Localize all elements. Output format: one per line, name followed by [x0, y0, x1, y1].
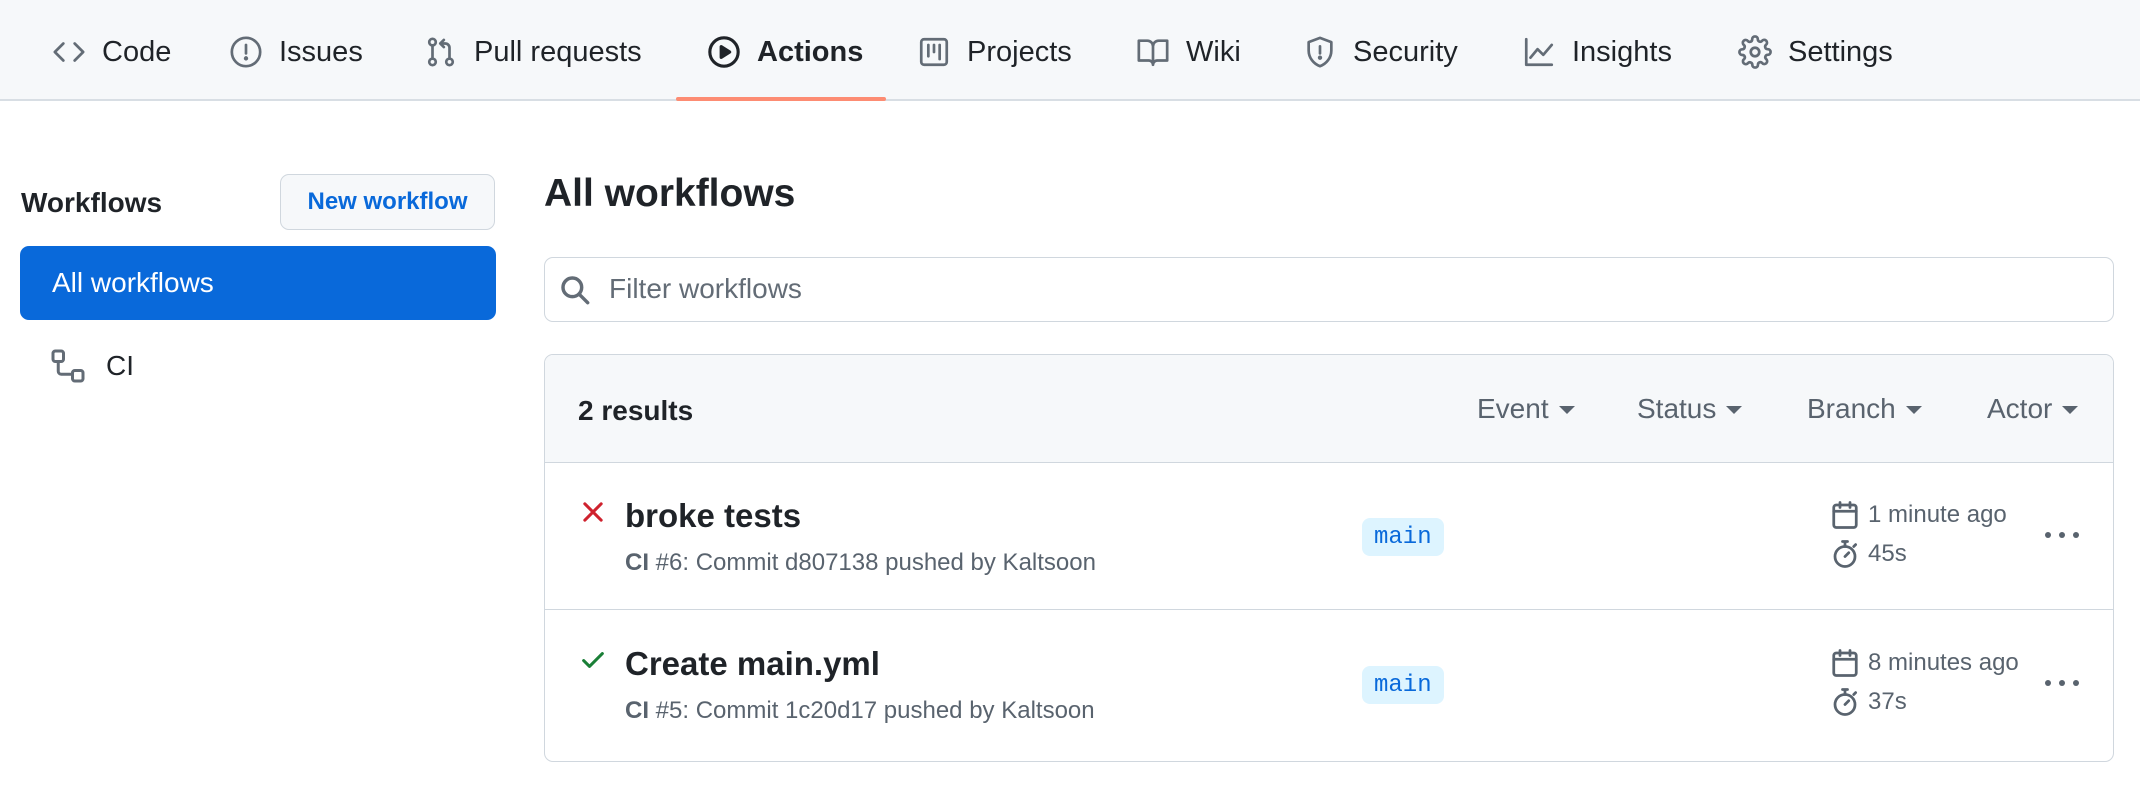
tab-label: Security [1353, 35, 1458, 68]
actor-filter-dropdown[interactable]: Actor [1987, 393, 2079, 425]
run-time-ago: 1 minute ago [1830, 500, 2007, 530]
tab-issues[interactable]: Issues [229, 30, 363, 74]
play-icon [708, 36, 740, 68]
workflow-run-row: broke tests CI #6: Commit d807138 pushed… [545, 463, 2113, 611]
tab-label: Projects [967, 35, 1072, 68]
tab-code[interactable]: Code [52, 30, 171, 74]
tab-label: Settings [1788, 35, 1893, 68]
x-failure-icon [583, 502, 603, 522]
tab-label: Insights [1572, 35, 1672, 68]
run-meta: CI #6: Commit d807138 pushed by Kaltsoon [625, 549, 1096, 577]
calendar-icon [1832, 501, 1858, 529]
run-options-button[interactable] [2040, 671, 2084, 695]
workflow-runs-list: 2 results Event Status Branch Actor brok… [544, 354, 2114, 762]
caret-down-icon [1558, 406, 1575, 414]
time-ago-text: 1 minute ago [1868, 501, 2007, 528]
caret-down-icon [1905, 406, 1922, 414]
run-commit-info: #6: Commit d807138 pushed by Kaltsoon [649, 549, 1096, 576]
book-icon [1137, 39, 1169, 67]
tab-actions[interactable]: Actions [707, 30, 863, 74]
new-workflow-button[interactable]: New workflow [280, 174, 495, 230]
kebab-horizontal-icon [2045, 680, 2079, 686]
stopwatch-icon [1833, 540, 1857, 568]
tab-settings[interactable]: Settings [1738, 30, 1893, 74]
sidebar-item-all-workflows[interactable]: All workflows [20, 246, 496, 320]
filter-label: Actor [1987, 393, 2053, 424]
sidebar-item-ci[interactable]: CI [50, 346, 134, 386]
filter-workflows-search [544, 257, 2114, 322]
run-duration: 37s [1830, 687, 1907, 717]
run-time-ago: 8 minutes ago [1830, 648, 2019, 678]
tab-insights[interactable]: Insights [1522, 30, 1672, 74]
run-title-link[interactable]: Create main.yml [625, 645, 880, 683]
pull-request-icon [427, 37, 455, 67]
run-title-link[interactable]: broke tests [625, 497, 801, 535]
run-workflow-name: CI [625, 549, 649, 576]
results-count: 2 results [578, 395, 694, 426]
branch-filter-dropdown[interactable]: Branch [1807, 393, 1922, 425]
selected-tab-underline [676, 97, 886, 101]
sidebar-item-label: CI [106, 350, 134, 381]
time-ago-text: 8 minutes ago [1868, 649, 2019, 676]
workflow-run-row: Create main.yml CI #5: Commit 1c20d17 pu… [545, 611, 2113, 759]
tab-label: Issues [279, 35, 363, 68]
repo-nav: Code Issues Pull requests Actions Projec… [0, 0, 2140, 101]
filter-label: Event [1477, 393, 1549, 424]
sidebar-title: Workflows [21, 187, 163, 218]
branch-badge[interactable]: main [1362, 666, 1444, 704]
sidebar-item-label: All workflows [52, 267, 214, 298]
run-commit-info: #5: Commit 1c20d17 pushed by Kaltsoon [649, 697, 1095, 724]
caret-down-icon [1726, 406, 1743, 414]
kebab-horizontal-icon [2045, 532, 2079, 538]
project-board-icon [919, 37, 949, 67]
tab-wiki[interactable]: Wiki [1136, 30, 1241, 74]
check-success-icon [582, 652, 604, 668]
calendar-icon [1832, 649, 1858, 677]
gear-icon [1738, 35, 1772, 69]
filter-label: Status [1637, 393, 1717, 424]
graph-icon [1524, 37, 1554, 67]
page-title: All workflows [544, 172, 796, 215]
tab-label: Actions [757, 35, 864, 68]
tab-label: Wiki [1186, 35, 1241, 68]
filter-label: Branch [1807, 393, 1896, 424]
caret-down-icon [2062, 406, 2079, 414]
tab-security[interactable]: Security [1303, 30, 1458, 74]
run-workflow-name: CI [625, 697, 649, 724]
duration-text: 45s [1868, 540, 1907, 567]
workflow-icon [51, 349, 85, 383]
tab-label: Code [102, 35, 172, 68]
duration-text: 37s [1868, 688, 1907, 715]
row-divider [545, 609, 2113, 610]
run-options-button[interactable] [2040, 523, 2084, 547]
shield-icon [1307, 36, 1333, 68]
search-input[interactable] [609, 258, 2099, 320]
code-icon [53, 42, 85, 62]
results-header: 2 results Event Status Branch Actor [545, 355, 2113, 463]
branch-badge[interactable]: main [1362, 518, 1444, 556]
tab-pull-requests[interactable]: Pull requests [424, 30, 642, 74]
tab-projects[interactable]: Projects [917, 30, 1072, 74]
event-filter-dropdown[interactable]: Event [1477, 393, 1575, 425]
run-duration: 45s [1830, 539, 1907, 569]
status-filter-dropdown[interactable]: Status [1637, 393, 1743, 425]
stopwatch-icon [1833, 688, 1857, 716]
run-meta: CI #5: Commit 1c20d17 pushed by Kaltsoon [625, 697, 1095, 725]
issue-icon [230, 36, 262, 68]
tab-label: Pull requests [474, 35, 642, 68]
search-icon [561, 276, 590, 305]
